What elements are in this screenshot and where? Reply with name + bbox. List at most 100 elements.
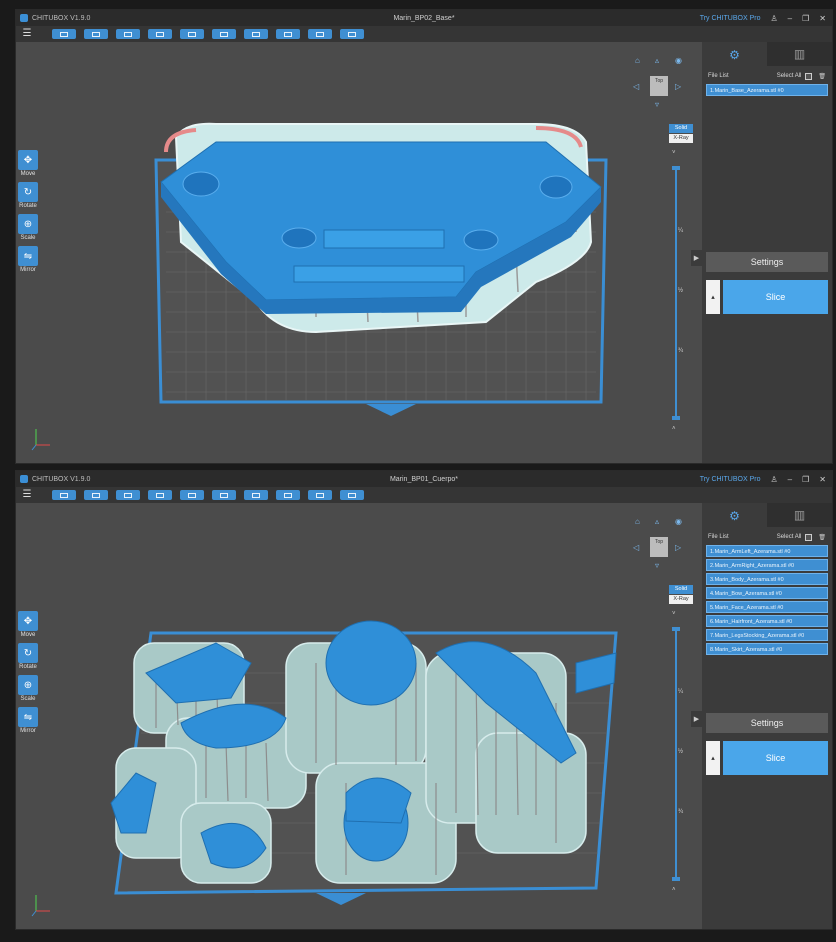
cut-button[interactable] [116, 490, 140, 500]
hollow-button[interactable] [276, 29, 300, 39]
try-pro-link[interactable]: Try CHITUBOX Pro [700, 15, 761, 22]
file-item[interactable]: 7.Marin_LegsStocking_Azerama.stl #0 [706, 629, 828, 641]
panel-collapse-icon[interactable]: ▶ [691, 711, 702, 727]
file-item[interactable]: 2.Marin_ArmRight_Azerama.stl #0 [706, 559, 828, 571]
render-mode: Solid X-Ray [669, 585, 693, 604]
rotate-icon[interactable]: ↻ [18, 643, 38, 663]
settings-tab-icon[interactable]: ⚙ [702, 503, 767, 527]
maximize-button[interactable]: ❐ [802, 14, 809, 23]
file-item[interactable]: 5.Marin_Face_Azerama.stl #0 [706, 601, 828, 613]
file-item[interactable]: 1.Marin_ArmLeft_Azerama.stl #0 [706, 545, 828, 557]
redo-button[interactable] [180, 490, 204, 500]
trash-icon[interactable]: 🗑 [818, 534, 826, 541]
settings-button[interactable]: Settings [706, 252, 828, 272]
user-icon[interactable]: ♙ [771, 14, 778, 23]
slider-track [675, 629, 677, 879]
slider-down-icon[interactable]: ˄ [672, 426, 676, 432]
redo-button[interactable] [180, 29, 204, 39]
left-arrow-icon[interactable]: ◁ [633, 82, 639, 91]
home-view-icon[interactable]: ⌂ [635, 517, 640, 526]
slider-bottom-knob[interactable] [672, 877, 680, 881]
settings-tab-icon[interactable]: ⚙ [702, 42, 767, 66]
close-button[interactable]: ✕ [819, 14, 826, 23]
open-file-button[interactable] [52, 490, 76, 500]
settings-button[interactable]: Settings [706, 713, 828, 733]
repair-button[interactable] [340, 490, 364, 500]
arrange-button[interactable] [212, 490, 236, 500]
minimize-button[interactable]: – [788, 475, 792, 484]
slider-down-icon[interactable]: ˄ [672, 887, 676, 893]
slice-button[interactable]: Slice [723, 280, 828, 314]
top-arrow-icon[interactable]: ▵ [655, 517, 659, 526]
close-button[interactable]: ✕ [819, 475, 826, 484]
view-cube[interactable]: Top [650, 76, 668, 96]
printer-tab-icon[interactable]: ▥ [767, 42, 832, 66]
select-all-checkbox[interactable] [805, 72, 813, 80]
save-button[interactable] [84, 29, 108, 39]
file-item[interactable]: 4.Marin_Bow_Azerama.stl #0 [706, 587, 828, 599]
minimize-button[interactable]: – [788, 14, 792, 23]
scale-icon[interactable]: ⊕ [18, 214, 38, 234]
xray-mode-button[interactable]: X-Ray [669, 134, 693, 143]
slider-bottom-knob[interactable] [672, 416, 680, 420]
axis-gizmo [31, 429, 50, 451]
eye-icon[interactable]: ◉ [675, 56, 682, 65]
repair-button[interactable] [340, 29, 364, 39]
select-all-checkbox[interactable] [805, 533, 813, 541]
solid-mode-button[interactable]: Solid [669, 124, 693, 133]
mirror-icon[interactable]: ⇋ [18, 246, 38, 266]
mirror-icon[interactable]: ⇋ [18, 707, 38, 727]
menu-icon[interactable]: ☰ [16, 26, 38, 42]
file-item[interactable]: 1.Marin_Base_Azerama.stl #0 [706, 84, 828, 96]
trash-icon[interactable]: 🗑 [818, 73, 826, 80]
layer-slider[interactable]: ˅ ¼ ½ ¾ ˄ [669, 150, 683, 440]
support-button[interactable] [244, 490, 268, 500]
left-arrow-icon[interactable]: ◁ [633, 543, 639, 552]
transform-tools: ✥ Move ↻ Rotate ⊕ Scale ⇋ Mirror [18, 150, 38, 278]
arrange-button[interactable] [212, 29, 236, 39]
scale-icon[interactable]: ⊕ [18, 675, 38, 695]
printer-tab-icon[interactable]: ▥ [767, 503, 832, 527]
move-icon[interactable]: ✥ [18, 150, 38, 170]
slice-options-icon[interactable]: ▴ [706, 741, 720, 775]
rotate-icon[interactable]: ↻ [18, 182, 38, 202]
move-icon[interactable]: ✥ [18, 611, 38, 631]
bottom-arrow-icon[interactable]: ▿ [655, 100, 659, 109]
slice-button[interactable]: Slice [723, 741, 828, 775]
save-button[interactable] [84, 490, 108, 500]
undo-button[interactable] [148, 490, 172, 500]
file-item[interactable]: 6.Marin_Hairfront_Azerama.stl #0 [706, 615, 828, 627]
menu-icon[interactable]: ☰ [16, 487, 38, 503]
top-arrow-icon[interactable]: ▵ [655, 56, 659, 65]
app-title: CHITUBOX V1.9.0 [32, 14, 91, 22]
slice-options-icon[interactable]: ▴ [706, 280, 720, 314]
bottom-arrow-icon[interactable]: ▿ [655, 561, 659, 570]
slider-up-icon[interactable]: ˅ [672, 611, 676, 617]
panel-collapse-icon[interactable]: ▶ [691, 250, 702, 266]
file-item[interactable]: 8.Marin_Skirt_Azerama.stl #0 [706, 643, 828, 655]
tick-quarter: ¼ [678, 228, 684, 234]
right-arrow-icon[interactable]: ▷ [675, 543, 681, 552]
hollow-button[interactable] [276, 490, 300, 500]
undo-button[interactable] [148, 29, 172, 39]
view-cube[interactable]: Top [650, 537, 668, 557]
file-item[interactable]: 3.Marin_Body_Azerama.stl #0 [706, 573, 828, 585]
home-view-icon[interactable]: ⌂ [635, 56, 640, 65]
try-pro-link[interactable]: Try CHITUBOX Pro [700, 476, 761, 483]
eye-icon[interactable]: ◉ [675, 517, 682, 526]
slider-up-icon[interactable]: ˅ [672, 150, 676, 156]
support-button[interactable] [244, 29, 268, 39]
dig-hole-button[interactable] [308, 490, 332, 500]
layer-slider[interactable]: ˅ ¼ ½ ¾ ˄ [669, 611, 683, 901]
3d-viewport[interactable]: ✥ Move ↻ Rotate ⊕ Scale ⇋ Mirror ⌂ ▵ ◉ ◁ Top… [16, 42, 702, 463]
open-file-button[interactable] [52, 29, 76, 39]
solid-mode-button[interactable]: Solid [669, 585, 693, 594]
cut-button[interactable] [116, 29, 140, 39]
user-icon[interactable]: ♙ [771, 475, 778, 484]
right-arrow-icon[interactable]: ▷ [675, 82, 681, 91]
chitubox-logo-icon [20, 475, 28, 483]
maximize-button[interactable]: ❐ [802, 475, 809, 484]
xray-mode-button[interactable]: X-Ray [669, 595, 693, 604]
3d-viewport[interactable]: ✥ Move ↻ Rotate ⊕ Scale ⇋ Mirror ⌂ ▵ ◉ ◁ Top… [16, 503, 702, 929]
dig-hole-button[interactable] [308, 29, 332, 39]
